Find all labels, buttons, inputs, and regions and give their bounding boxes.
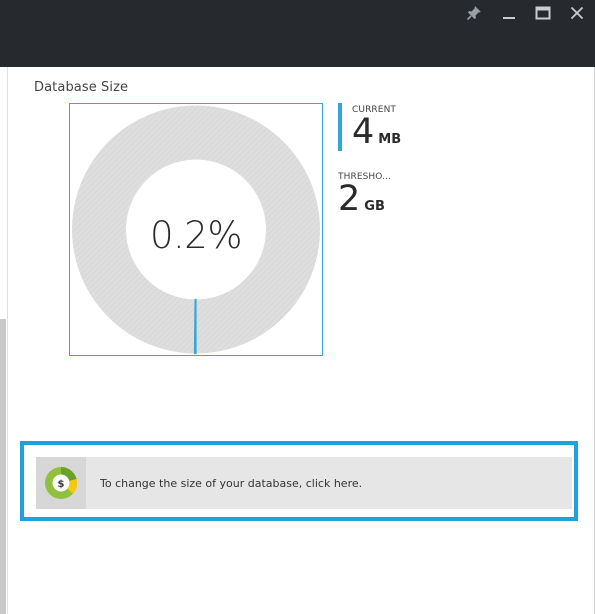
- change-size-link[interactable]: $ To change the size of your database, c…: [36, 457, 572, 509]
- blade-scrollbar-thumb[interactable]: [0, 319, 6, 614]
- metric-threshold-value-row: 2 GB: [338, 182, 398, 217]
- pricing-icon-box: $: [36, 457, 86, 509]
- minimize-button[interactable]: [498, 4, 520, 22]
- metric-current-value-row: 4 MB: [352, 115, 401, 150]
- database-size-chart[interactable]: 0.2%: [69, 103, 323, 356]
- metric-threshold: THRESHO... 2 GB: [338, 172, 398, 217]
- pin-icon: [466, 6, 481, 21]
- maximize-icon: [535, 6, 551, 20]
- pricing-callout-highlight: $ To change the size of your database, c…: [20, 441, 578, 521]
- pricing-icon: $: [45, 467, 78, 499]
- metric-current: CURRENT 4 MB: [338, 103, 401, 151]
- metric-threshold-value: 2: [338, 179, 361, 219]
- svg-text:$: $: [58, 479, 65, 490]
- title-bar: [0, 0, 595, 67]
- blade-scrollbar-track[interactable]: [0, 67, 8, 614]
- minimize-icon: [503, 17, 515, 19]
- donut-center-value: 0.2%: [150, 214, 243, 257]
- pin-button[interactable]: [463, 4, 485, 22]
- maximize-button[interactable]: [532, 4, 554, 22]
- metric-current-unit: MB: [378, 132, 402, 147]
- close-icon: [570, 6, 584, 20]
- tile-title: Database Size: [34, 80, 129, 95]
- metric-current-value: 4: [352, 112, 375, 152]
- donut-slice-used: [193, 298, 197, 355]
- portal-blade: Database Size 0.2% CURRENT 4 MB THRESHO.…: [0, 0, 595, 614]
- change-size-text: To change the size of your database, cli…: [100, 476, 363, 490]
- close-button[interactable]: [566, 4, 588, 22]
- metric-threshold-unit: GB: [364, 199, 385, 214]
